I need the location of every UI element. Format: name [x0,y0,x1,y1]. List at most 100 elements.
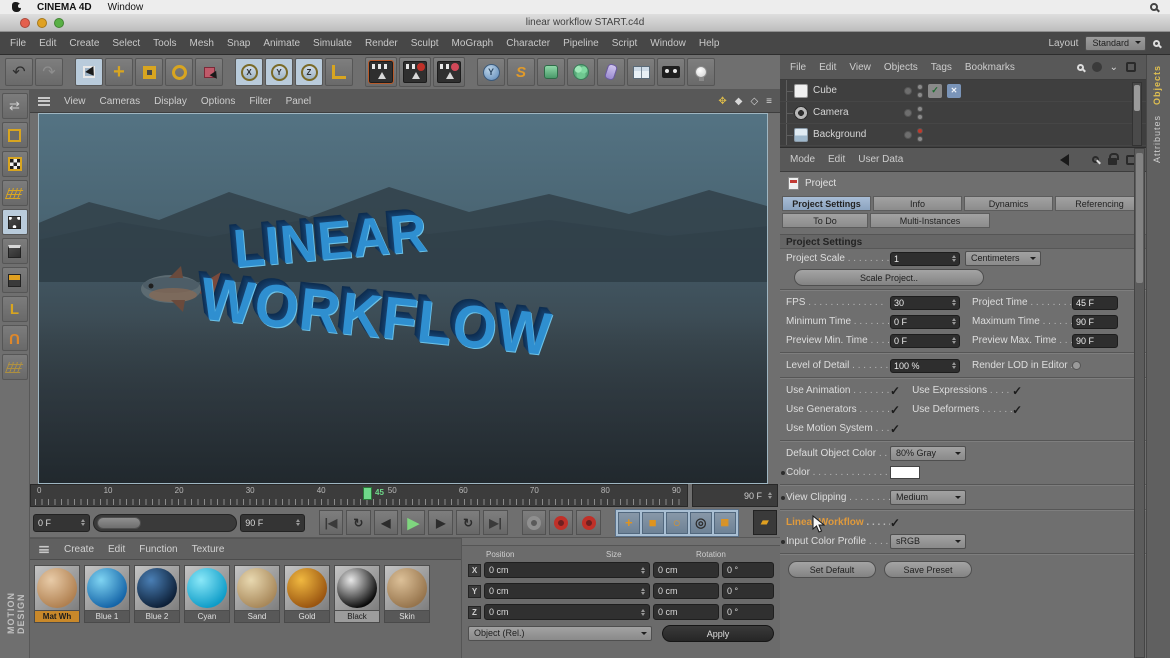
om-browser-icon[interactable] [1126,62,1136,72]
menu-window[interactable]: Window [650,38,686,49]
layer-dot[interactable] [904,87,912,95]
size-y-field[interactable]: 0 cm [653,583,719,599]
level-of-detail-field[interactable]: 100 % [890,359,960,373]
material-menu-edit[interactable]: Edit [108,544,125,555]
object-name[interactable]: Background [813,129,899,140]
expression-tag-icon[interactable]: ✓ [928,84,942,98]
tab-project-settings[interactable]: Project Settings [782,196,871,211]
menu-character[interactable]: Character [506,38,550,49]
layout-dropdown[interactable]: Standard [1085,36,1146,51]
use-deformers-checkbox[interactable]: ✓ [1012,404,1022,416]
object-manager-list[interactable]: Cube ✓ ✕ Camera Background [780,80,1146,148]
zoom-window-button[interactable] [54,18,64,28]
om-search-icon[interactable] [1077,64,1084,71]
object-name[interactable]: Camera [813,107,899,118]
spotlight-search-icon[interactable] [1150,3,1158,11]
coordinate-system-button[interactable] [325,58,353,86]
object-row-background[interactable]: Background [780,124,1146,146]
expand-dot[interactable] [781,471,785,475]
material-item[interactable]: Black [334,565,380,623]
commander-search-icon[interactable] [1153,40,1160,47]
menu-file[interactable]: File [10,38,26,49]
scrubber-handle[interactable] [97,517,141,529]
use-expressions-checkbox[interactable]: ✓ [1012,385,1022,397]
key-scale-button[interactable]: ■ [642,512,664,534]
menu-render[interactable]: Render [365,38,398,49]
add-spline-button[interactable]: S [507,58,535,86]
use-generators-checkbox[interactable]: ✓ [890,404,900,416]
timeline-end-frame-field[interactable]: 90 F [692,484,778,507]
edges-mode-button[interactable] [2,238,28,264]
viewport-toggle-icon[interactable]: ≡ [766,96,772,107]
history-back-icon[interactable] [1054,154,1069,166]
am-menu-edit[interactable]: Edit [828,154,845,165]
side-tab-attributes[interactable]: Attributes [1152,115,1166,163]
visibility-toggles[interactable] [917,84,923,98]
viewport-scale-icon[interactable]: ◆ [735,96,743,107]
current-frame-marker[interactable] [363,487,372,500]
size-z-field[interactable]: 0 cm [653,604,719,620]
rotation-p-field[interactable]: 0 ° [722,583,774,599]
preview-min-time-field[interactable]: 0 F [890,334,960,348]
key-pla-button[interactable]: ▦ [714,512,736,534]
visibility-toggles[interactable] [917,128,923,142]
attribute-manager-scrollbar[interactable] [1134,148,1145,658]
add-subdivision-surface-button[interactable] [537,58,565,86]
render-picture-viewer-button[interactable] [399,57,431,87]
coordinate-mode-dropdown[interactable]: Object (Rel.) [468,626,652,641]
material-menu-texture[interactable]: Texture [192,544,225,555]
render-settings-button[interactable] [433,57,465,87]
lock-z-axis-button[interactable]: Z [295,58,323,86]
material-menu-function[interactable]: Function [139,544,177,555]
expand-dot[interactable] [781,496,785,500]
layer-dot[interactable] [904,109,912,117]
add-floor-button[interactable] [627,58,655,86]
project-time-field[interactable]: 45 F [1072,296,1118,310]
record-snapshot-button[interactable] [522,510,546,535]
apple-menu-icon[interactable] [12,2,21,12]
position-x-field[interactable]: 0 cm [484,562,650,578]
phong-tag-icon[interactable]: ✕ [947,84,961,98]
om-menu-bookmarks[interactable]: Bookmarks [965,62,1015,73]
material-item[interactable]: Sand [234,565,280,623]
rotation-b-field[interactable]: 0 ° [722,604,774,620]
scale-project-button[interactable]: Scale Project.. [794,269,984,286]
undo-button[interactable]: ↶ [5,58,33,86]
use-animation-checkbox[interactable]: ✓ [890,385,900,397]
workplane-lock-button[interactable] [2,354,28,380]
view-clipping-dropdown[interactable]: Medium [890,490,966,505]
add-camera-button[interactable] [657,58,685,86]
side-tab-objects[interactable]: Objects [1152,65,1166,105]
timeline-scrubber[interactable] [93,514,237,532]
om-menu-objects[interactable]: Objects [884,62,918,73]
minimize-window-button[interactable] [37,18,47,28]
keyframe-selection-button[interactable]: ▰ [753,510,777,535]
material-menu-create[interactable]: Create [64,544,94,555]
default-object-color-dropdown[interactable]: 80% Gray [890,446,966,461]
next-frame-button[interactable]: ▶ [428,510,452,535]
position-z-field[interactable]: 0 cm [484,604,650,620]
project-scale-field[interactable]: 1 [890,252,960,266]
goto-start-button[interactable]: |◀ [319,510,343,535]
material-item[interactable]: Gold [284,565,330,623]
menu-tools[interactable]: Tools [153,38,176,49]
previous-frame-button[interactable]: ◀ [374,510,398,535]
layer-dot[interactable] [904,131,912,139]
menu-edit[interactable]: Edit [39,38,56,49]
tab-referencing[interactable]: Referencing [1055,196,1144,211]
menu-help[interactable]: Help [699,38,720,49]
perspective-viewport[interactable]: LINEAR WORKFLOW [38,113,768,484]
am-menu-mode[interactable]: Mode [790,154,815,165]
tab-todo[interactable]: To Do [782,213,868,228]
fps-field[interactable]: 30 [890,296,960,310]
enable-axis-button[interactable]: L [2,296,28,322]
minimum-time-field[interactable]: 0 F [890,315,960,329]
viewport-menu-options[interactable]: Options [201,96,235,107]
set-default-button[interactable]: Set Default [788,561,876,578]
size-x-field[interactable]: 0 cm [653,562,719,578]
make-editable-button[interactable]: ⇄ [2,93,28,119]
lock-icon[interactable] [1108,158,1117,165]
preview-max-time-field[interactable]: 90 F [1072,334,1118,348]
viewport-rotate-icon[interactable]: ◇ [750,96,758,107]
add-array-button[interactable] [567,58,595,86]
